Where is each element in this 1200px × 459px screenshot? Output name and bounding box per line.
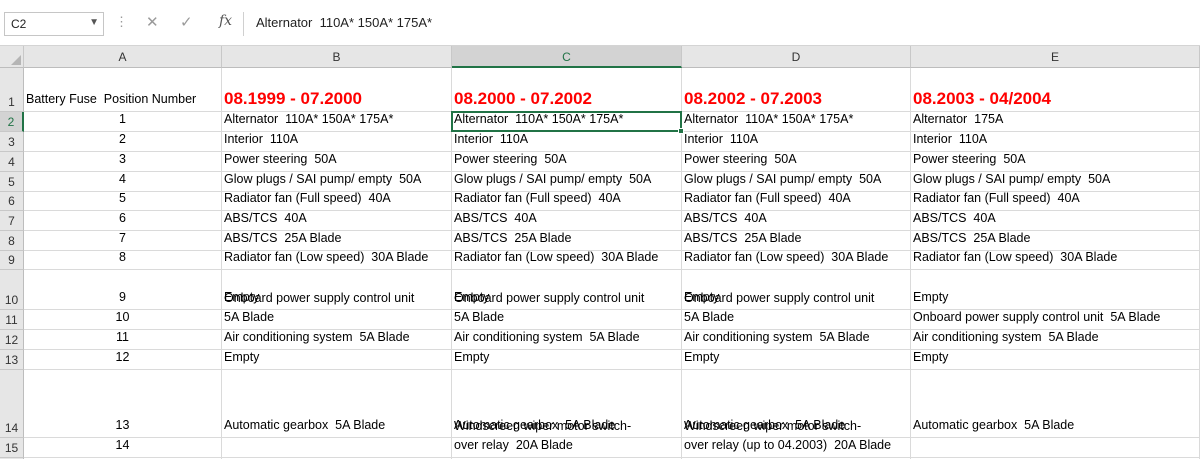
cell-c15[interactable]: Windscreen wiper motor switch- over rela… (452, 419, 682, 458)
column-header-e[interactable]: E (911, 46, 1200, 68)
cell-a10[interactable]: 9 (24, 270, 222, 310)
cell-d2[interactable]: Alternator 110A* 150A* 175A* (682, 112, 911, 132)
cell-d12[interactable]: Air conditioning system 5A Blade (682, 330, 911, 350)
cell-a12[interactable]: 11 (24, 330, 222, 350)
cell-c2[interactable]: Alternator 110A* 150A* 175A* (452, 112, 682, 132)
cell-e11[interactable]: Onboard power supply control unit 5A Bla… (911, 310, 1200, 330)
row-header-12[interactable]: 12 (0, 330, 24, 350)
cell-a14[interactable]: 13 (24, 370, 222, 438)
cell-e2[interactable]: Alternator 175A (911, 112, 1200, 132)
row-header-3[interactable]: 3 (0, 132, 24, 152)
cell-c11[interactable]: Onboard power supply control unit 5A Bla… (452, 291, 682, 330)
cell-b2[interactable]: Alternator 110A* 150A* 175A* (222, 112, 452, 132)
formula-bar-divider (243, 12, 244, 36)
row-header-2[interactable]: 2 (0, 112, 24, 132)
cell-c4[interactable]: Power steering 50A (452, 152, 682, 172)
cell-a7[interactable]: 6 (24, 211, 222, 231)
cell-d9[interactable]: Radiator fan (Low speed) 30A Blade (682, 250, 911, 270)
cell-e3[interactable]: Interior 110A (911, 132, 1200, 152)
cell-a9[interactable]: 8 (24, 250, 222, 270)
cell-b11[interactable]: Onboard power supply control unit 5A Bla… (222, 291, 452, 330)
cancel-icon[interactable]: ✕ (146, 13, 159, 31)
cell-e1[interactable]: 08.2003 - 04/2004 (911, 68, 1200, 112)
cell-a2[interactable]: 1 (24, 112, 222, 132)
cell-a1[interactable]: Battery Fuse Position Number (24, 68, 222, 112)
row-header-11[interactable]: 11 (0, 310, 24, 330)
cell-b14[interactable]: Automatic gearbox 5A Blade (222, 370, 452, 438)
row-header-4[interactable]: 4 (0, 152, 24, 172)
cell-d1[interactable]: 08.2002 - 07.2003 (682, 68, 911, 112)
cell-d3[interactable]: Interior 110A (682, 132, 911, 152)
row-header-7[interactable]: 7 (0, 211, 24, 231)
cell-d11[interactable]: Onboard power supply control unit 5A Bla… (682, 291, 911, 330)
row-header-13[interactable]: 13 (0, 350, 24, 370)
row-header-6[interactable]: 6 (0, 192, 24, 211)
cell-b12[interactable]: Air conditioning system 5A Blade (222, 330, 452, 350)
cell-c1[interactable]: 08.2000 - 07.2002 (452, 68, 682, 112)
name-box-value: C2 (11, 17, 27, 31)
cell-a3[interactable]: 2 (24, 132, 222, 152)
cell-c3[interactable]: Interior 110A (452, 132, 682, 152)
cell-d15[interactable]: Windscreen wiper motor switch- over rela… (682, 419, 911, 458)
select-all-button[interactable] (0, 46, 24, 68)
cell-e13[interactable]: Empty (911, 350, 1200, 370)
chevron-down-icon[interactable]: ▼ (89, 17, 99, 28)
cell-d7[interactable]: ABS/TCS 40A (682, 211, 911, 231)
cell-b4[interactable]: Power steering 50A (222, 152, 452, 172)
row-header-14[interactable]: 14 (0, 370, 24, 438)
cell-a13[interactable]: 12 (24, 350, 222, 370)
column-header-c[interactable]: C (452, 46, 682, 68)
row-header-9[interactable]: 9 (0, 251, 24, 270)
cell-d4[interactable]: Power steering 50A (682, 152, 911, 172)
cell-c12[interactable]: Air conditioning system 5A Blade (452, 330, 682, 350)
fill-handle[interactable] (678, 128, 684, 134)
cell-e9[interactable]: Radiator fan (Low speed) 30A Blade (911, 250, 1200, 270)
cell-e15[interactable] (911, 438, 1200, 458)
column-header-a[interactable]: A (24, 46, 222, 68)
row-header-10[interactable]: 10 (0, 270, 24, 310)
formula-input[interactable]: Alternator 110A* 150A* 175A* (256, 15, 432, 30)
column-header-d[interactable]: D (682, 46, 911, 68)
cell-e10[interactable]: Empty (911, 270, 1200, 310)
row-header-5[interactable]: 5 (0, 172, 24, 192)
name-box[interactable]: C2 ▼ (4, 12, 104, 36)
more-options-icon[interactable]: ⋮ (115, 14, 128, 30)
row-header-1[interactable]: 1 (0, 68, 24, 112)
cell-a15[interactable]: 14 (24, 438, 222, 458)
cell-b7[interactable]: ABS/TCS 40A (222, 211, 452, 231)
cell-e4[interactable]: Power steering 50A (911, 152, 1200, 172)
formula-bar: C2 ▼ ⋮ ✕ ✓ fx Alternator 110A* 150A* 175… (0, 0, 1200, 46)
cell-a4[interactable]: 3 (24, 152, 222, 172)
cell-e14[interactable]: Automatic gearbox 5A Blade (911, 370, 1200, 438)
cell-b13[interactable]: Empty (222, 350, 452, 370)
insert-function-icon[interactable]: fx (219, 13, 232, 29)
enter-icon[interactable]: ✓ (180, 13, 193, 31)
cell-a11[interactable]: 10 (24, 310, 222, 330)
cell-c13[interactable]: Empty (452, 350, 682, 370)
column-header-b[interactable]: B (222, 46, 452, 68)
cell-e7[interactable]: ABS/TCS 40A (911, 211, 1200, 231)
row-header-8[interactable]: 8 (0, 231, 24, 251)
cell-d13[interactable]: Empty (682, 350, 911, 370)
cell-b15[interactable] (222, 438, 452, 458)
cell-e12[interactable]: Air conditioning system 5A Blade (911, 330, 1200, 350)
row-header-15[interactable]: 15 (0, 438, 24, 458)
cell-b3[interactable]: Interior 110A (222, 132, 452, 152)
cell-c7[interactable]: ABS/TCS 40A (452, 211, 682, 231)
cell-b1[interactable]: 08.1999 - 07.2000 (222, 68, 452, 112)
cell-b9[interactable]: Radiator fan (Low speed) 30A Blade (222, 250, 452, 270)
cell-c9[interactable]: Radiator fan (Low speed) 30A Blade (452, 250, 682, 270)
